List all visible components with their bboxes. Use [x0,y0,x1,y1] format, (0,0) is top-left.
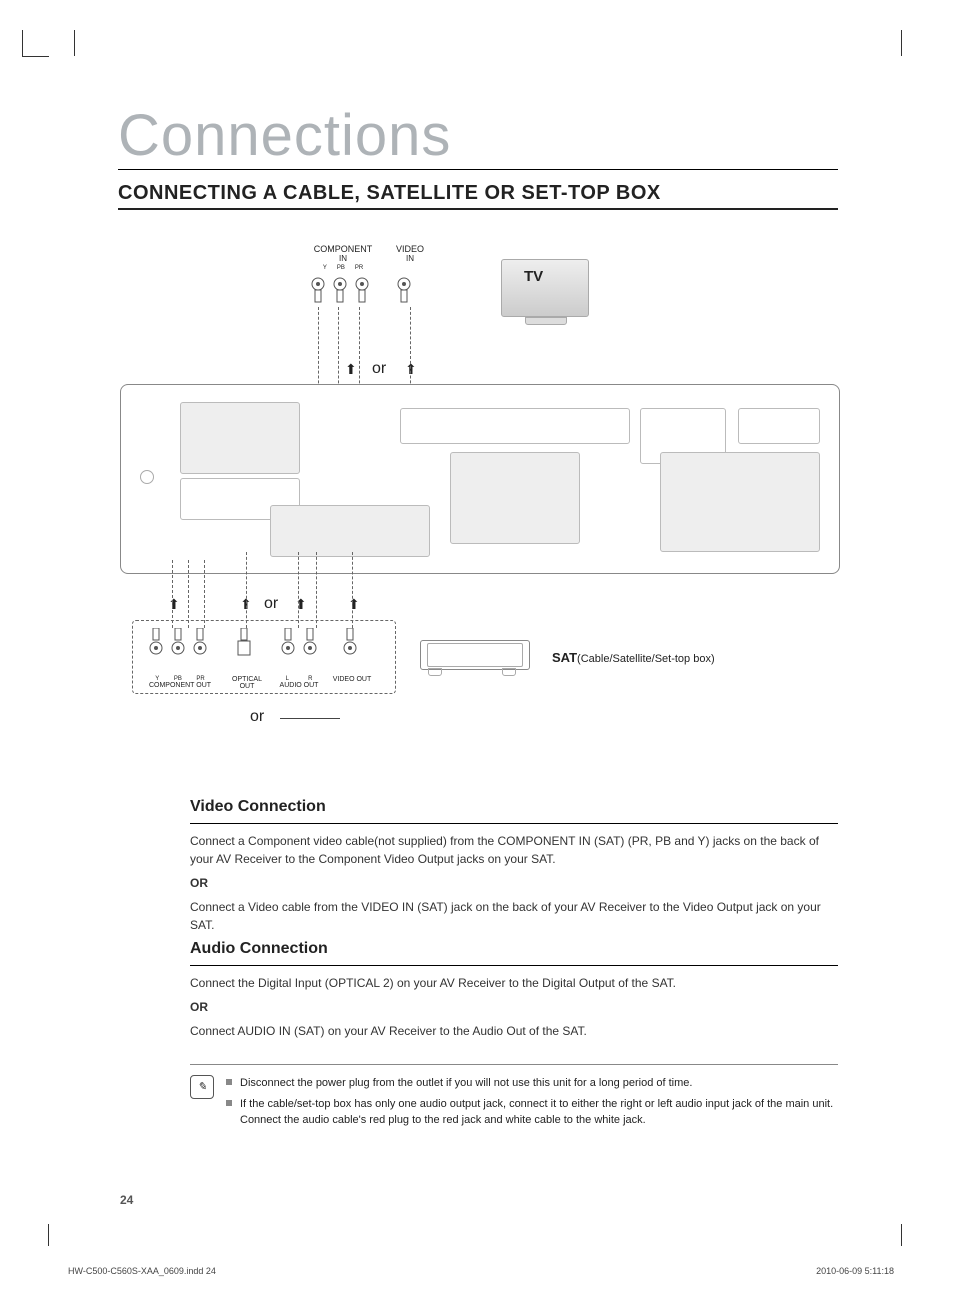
footer-file: HW-C500-C560S-XAA_0609.indd 24 [68,1266,216,1276]
note-bullet-1: Disconnect the power plug from the outle… [240,1075,692,1092]
arrow-up-icon: ⬆ [295,596,307,613]
or-label-2: or [264,595,278,613]
note-bullet-2: If the cable/set-top box has only one au… [240,1096,838,1129]
sat-label: SAT(Cable/Satellite/Set-top box) [552,650,715,665]
tv-icon [501,259,589,317]
chapter-title: Connections [118,102,838,170]
video-in-label: VIDEO [390,244,430,254]
video-in-label2: IN [390,254,430,263]
audio-or: OR [190,998,838,1016]
tv-label: TV [524,268,543,285]
or-label-3: or [250,708,264,726]
component-in-label2: IN [308,254,378,263]
pr-label: PR [355,265,363,271]
section-heading: CONNECTING A CABLE, SATELLITE OR SET-TOP… [118,182,661,205]
audio-p2: Connect AUDIO IN (SAT) on your AV Receiv… [190,1022,838,1040]
audio-connection-heading: Audio Connection [190,937,838,966]
note-box: ✎ Disconnect the power plug from the out… [190,1064,838,1133]
arrow-up-icon: ⬆ [168,596,180,613]
pb-label: PB [337,265,345,271]
y-label: Y [323,265,327,271]
arrow-up-icon: ⬆ [345,361,357,378]
component-out-label: COMPONENT OUT [148,682,212,689]
tv-input-jacks [310,276,412,306]
video-p2: Connect a Video cable from the VIDEO IN … [190,898,838,934]
component-in-label: COMPONENT [308,244,378,254]
audio-out-label: AUDIO OUT [276,682,322,689]
arrow-up-icon: ⬆ [348,596,360,613]
note-icon: ✎ [190,1075,214,1099]
video-connection-heading: Video Connection [190,795,838,824]
audio-p1: Connect the Digital Input (OPTICAL 2) on… [190,974,838,992]
optical-out-label: OPTICAL OUT [224,676,270,690]
footer-date: 2010-06-09 5:11:18 [816,1266,894,1276]
video-p1: Connect a Component video cable(not supp… [190,832,838,868]
page-number: 24 [120,1193,133,1207]
or-label-1: or [372,360,386,378]
video-or: OR [190,874,838,892]
connection-diagram: COMPONENT IN Y PB PR VIDEO IN TV ⬆ or ⬆ [120,230,840,775]
video-out-label: VIDEO OUT [332,676,372,683]
